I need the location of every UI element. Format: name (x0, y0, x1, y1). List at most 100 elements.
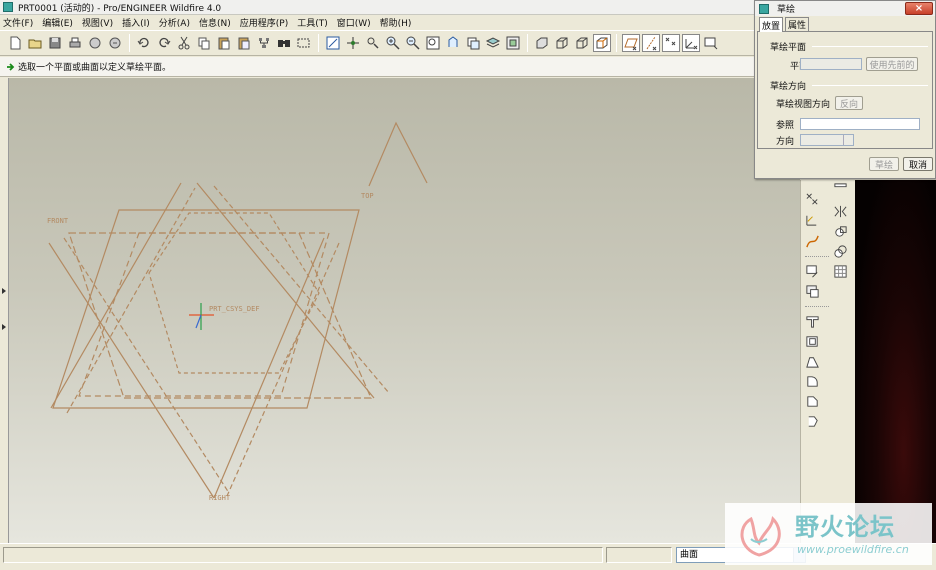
datum-axes-icon[interactable] (642, 34, 660, 52)
orientation-group-label: 草绘方向 (770, 82, 807, 92)
rib-tool-icon[interactable] (803, 312, 821, 330)
close-icon[interactable]: × (905, 2, 933, 15)
dialog-tab-panel: 草绘平面 平面 使用先前的 草绘方向 草绘视图方向 反向 参照 方向 (757, 31, 933, 149)
datum-points-icon[interactable] (662, 34, 680, 52)
chamfer-tool-icon[interactable] (803, 392, 821, 410)
tab-properties[interactable]: 属性 (785, 17, 809, 31)
menu-bar: 文件(F) 编辑(E) 视图(V) 插入(I) 分析(A) 信息(N) 应用程序… (0, 15, 760, 30)
hole-tool-icon[interactable] (803, 412, 821, 430)
expand-arrow-icon[interactable] (2, 324, 6, 330)
trim-tool-icon[interactable] (831, 222, 849, 240)
zoom-out-icon[interactable] (404, 34, 422, 52)
dialog-title-bar[interactable]: 草绘 × (755, 1, 935, 16)
cut-icon[interactable] (175, 34, 193, 52)
front-plane (52, 209, 360, 409)
menu-analysis[interactable]: 分析(A) (159, 16, 190, 29)
right-label: RIGHT (209, 494, 231, 502)
right-plane-edge-8 (226, 242, 340, 497)
refit-icon[interactable] (424, 34, 442, 52)
hidden-line-icon[interactable] (573, 34, 591, 52)
datum-point-tool-icon[interactable] (803, 190, 821, 208)
saved-views-icon[interactable] (464, 34, 482, 52)
tab-placement[interactable]: 放置 (759, 17, 783, 32)
sketch-button[interactable]: 草绘 (869, 157, 899, 171)
annotation-icon[interactable] (702, 34, 720, 52)
reorient-icon[interactable] (444, 34, 462, 52)
sketch-plane-group-label: 草绘平面 (770, 43, 807, 53)
paste-icon[interactable] (215, 34, 233, 52)
expand-arrow-icon[interactable] (2, 288, 6, 294)
front-label: FRONT (47, 217, 69, 225)
menu-window[interactable]: 窗口(W) (337, 16, 371, 29)
menu-view[interactable]: 视图(V) (82, 16, 113, 29)
reference-label: 参照 (776, 121, 795, 131)
selection-filter-value: 曲面 (680, 550, 699, 560)
datum-curve-tool-icon[interactable] (803, 232, 821, 250)
menu-applications[interactable]: 应用程序(P) (240, 16, 288, 29)
paste-special-icon[interactable] (235, 34, 253, 52)
cancel-button[interactable]: 取消 (903, 157, 933, 171)
copy-icon[interactable] (195, 34, 213, 52)
new-file-icon[interactable] (6, 34, 24, 52)
direction-select[interactable] (800, 134, 854, 146)
right-plane-edge-7 (213, 237, 325, 499)
reference-field[interactable] (800, 118, 920, 130)
zoom-in-icon[interactable] (384, 34, 402, 52)
forum-logo-icon (740, 515, 781, 557)
shell-tool-icon[interactable] (803, 332, 821, 350)
sketch-edit-tool-icon[interactable] (803, 282, 821, 300)
orient-icon[interactable] (364, 34, 382, 52)
regenerate-icon[interactable] (255, 34, 273, 52)
app-icon (3, 2, 13, 12)
email-icon[interactable] (86, 34, 104, 52)
menu-insert[interactable]: 插入(I) (122, 16, 150, 29)
menu-help[interactable]: 帮助(H) (380, 16, 412, 29)
window-title: PRT0001 (活动的) - Pro/ENGINEER Wildfire 4.… (18, 3, 222, 14)
toolbar-separator (805, 306, 829, 307)
no-hidden-icon[interactable] (553, 34, 571, 52)
top-label: TOP (361, 192, 374, 200)
select-box-icon[interactable] (295, 34, 313, 52)
email-link-icon[interactable] (106, 34, 124, 52)
plane-field[interactable] (800, 58, 862, 70)
repaint-icon[interactable] (324, 34, 342, 52)
pattern-tool-icon[interactable] (831, 262, 849, 280)
proe-application: PRT0001 (活动的) - Pro/ENGINEER Wildfire 4.… (0, 0, 936, 570)
draft-tool-icon[interactable] (803, 352, 821, 370)
csys-label: PRT_CSYS_DEF (209, 305, 260, 313)
right-plane-edge-5 (48, 242, 215, 499)
sketch-tool-icon[interactable] (803, 262, 821, 280)
shading-icon[interactable] (533, 34, 551, 52)
merge-tool-icon[interactable] (831, 202, 849, 220)
redo-icon[interactable] (155, 34, 173, 52)
flip-button[interactable]: 反向 (835, 96, 863, 110)
find-icon[interactable] (275, 34, 293, 52)
datum-planes-icon[interactable] (622, 34, 640, 52)
menu-edit[interactable]: 编辑(E) (42, 16, 73, 29)
mirror-tool-icon[interactable] (831, 180, 849, 198)
layers-icon[interactable] (484, 34, 502, 52)
right-plane-edge-9 (148, 212, 320, 374)
round-tool-icon[interactable] (803, 372, 821, 390)
extend-tool-icon[interactable] (831, 242, 849, 260)
menu-info[interactable]: 信息(N) (199, 16, 231, 29)
undo-icon[interactable] (135, 34, 153, 52)
left-panel-edge (0, 78, 9, 543)
use-previous-button[interactable]: 使用先前的 (866, 57, 918, 71)
view-manager-icon[interactable] (504, 34, 522, 52)
open-icon[interactable] (26, 34, 44, 52)
watermark-url: www.proewildfire.cn (797, 543, 909, 556)
wireframe-icon[interactable] (593, 34, 611, 52)
menu-file[interactable]: 文件(F) (3, 16, 33, 29)
csys-icon[interactable] (682, 34, 700, 52)
spin-center-icon[interactable] (344, 34, 362, 52)
graphics-window[interactable]: PRT_CSYS_DEF FRONT TOP RIGHT (9, 78, 800, 543)
menu-tools[interactable]: 工具(T) (297, 16, 328, 29)
datum-csys-tool-icon[interactable] (803, 210, 821, 228)
status-message-cell (3, 547, 603, 563)
view-direction-label: 草绘视图方向 (776, 100, 831, 110)
save-icon[interactable] (46, 34, 64, 52)
print-icon[interactable] (66, 34, 84, 52)
right-feature-toolbar (800, 180, 854, 543)
chevron-down-icon[interactable] (843, 135, 853, 145)
